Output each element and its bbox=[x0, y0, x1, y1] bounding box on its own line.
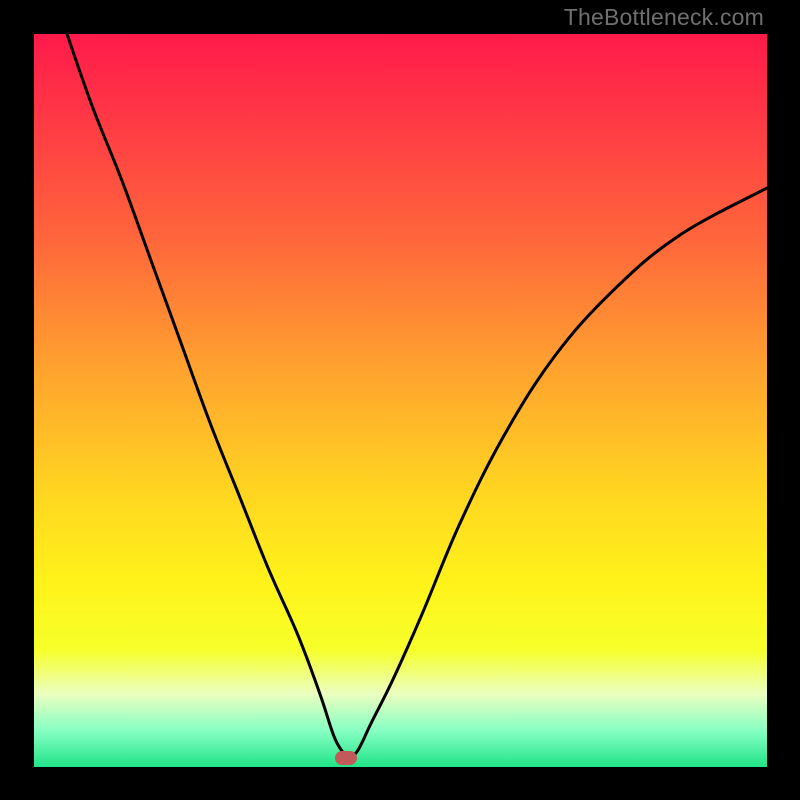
chart-plot-area bbox=[34, 34, 767, 767]
optimal-point-marker bbox=[335, 751, 357, 765]
watermark-label: TheBottleneck.com bbox=[564, 4, 764, 31]
chart-curve bbox=[34, 34, 767, 767]
